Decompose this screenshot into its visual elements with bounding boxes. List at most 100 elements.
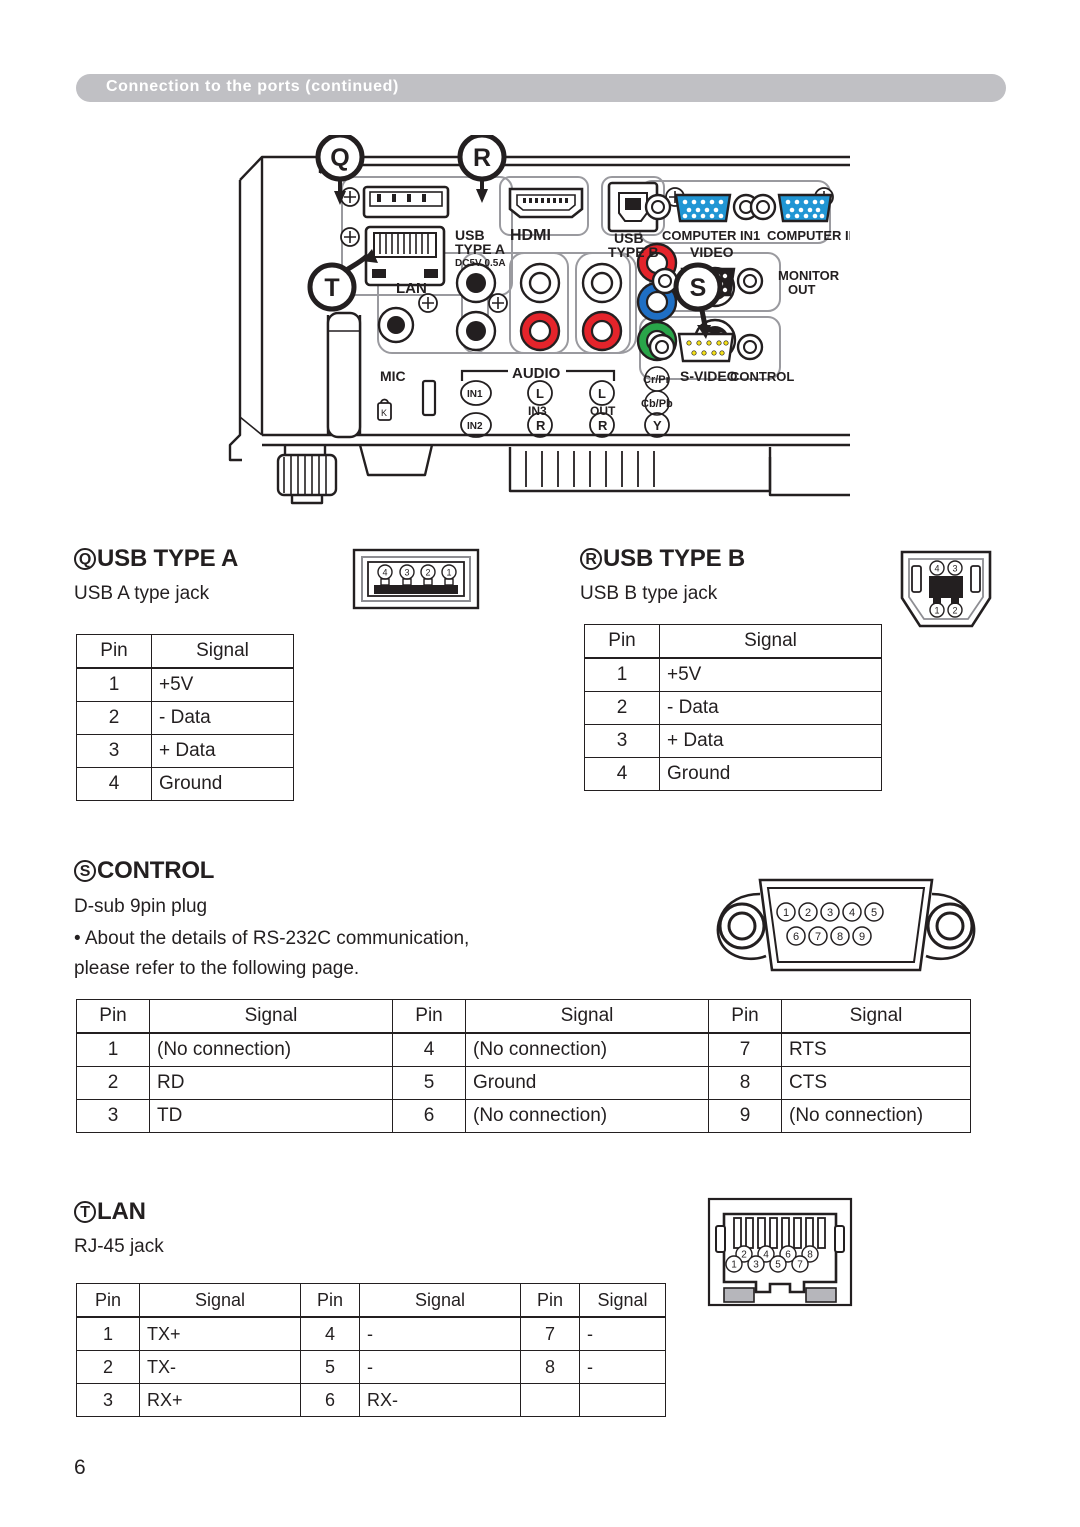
label-audio-l-in3: L (536, 386, 544, 401)
svg-text:Q: Q (330, 144, 349, 172)
col-header-signal: Signal (579, 1283, 666, 1318)
audio-jacks-icon (455, 262, 623, 352)
panel-slot-icon (421, 379, 437, 417)
cell-pin: 1 (76, 1032, 150, 1067)
label-mic: MIC (380, 368, 406, 384)
col-header-signal: Signal (359, 1283, 521, 1318)
cell-pin: 7 (708, 1032, 782, 1067)
usb-type-b-subtitle: USB B type jack (580, 583, 718, 604)
svg-text:T: T (324, 274, 339, 302)
control-pin-table: Pin Signal Pin Signal Pin Signal 1 (No c… (76, 999, 971, 1133)
cell-signal: RX+ (139, 1383, 301, 1417)
label-audio-in3: IN3 (528, 404, 547, 418)
cell-signal: (No connection) (149, 1032, 393, 1067)
svg-text:2: 2 (741, 1250, 747, 1261)
svg-text:2: 2 (425, 568, 430, 578)
cell-signal: TX- (139, 1350, 301, 1384)
col-header-signal: Signal (659, 624, 882, 659)
usb-type-a-jack-icon (362, 185, 450, 219)
control-dsub9-connector-diagram: 1 2 3 4 5 6 7 8 9 (706, 874, 986, 976)
col-header-signal: Signal (151, 634, 294, 669)
svg-text:7: 7 (797, 1260, 803, 1271)
table-header-row: Pin Signal Pin Signal Pin Signal (76, 1283, 666, 1318)
mic-jack-icon (377, 306, 415, 344)
svg-text:8: 8 (807, 1250, 813, 1261)
section-title-usb-type-b-text: USB TYPE B (603, 545, 746, 572)
lan-pin-table: Pin Signal Pin Signal Pin Signal 1 TX+ 4… (76, 1283, 666, 1417)
computer-in2-port-icon (749, 193, 833, 223)
usb-type-a-subtitle: USB A type jack (74, 583, 210, 604)
svg-text:3: 3 (827, 907, 833, 919)
cell-signal: TD (149, 1099, 393, 1133)
computer-in1-port-icon (644, 193, 760, 223)
usb-type-a-pin-table: Pin Signal 1 +5V 2 - Data 3 + Data 4 Gro… (76, 634, 294, 801)
svg-text:3: 3 (753, 1260, 759, 1271)
usb-type-b-connector-diagram: 4 3 1 2 (898, 548, 994, 630)
cell-signal: Ground (659, 757, 882, 791)
col-header-pin: Pin (76, 999, 150, 1034)
label-audio-r-out: R (598, 418, 608, 433)
hdmi-jack-icon (508, 187, 584, 219)
cell-pin: 4 (584, 757, 660, 791)
label-video: VIDEO (690, 244, 734, 260)
cell-pin: 3 (76, 1383, 140, 1417)
section-title-usb-type-a: Q USB TYPE A (74, 545, 238, 573)
table-row: 1 +5V (76, 667, 294, 702)
cell-pin: 4 (300, 1316, 360, 1351)
table-row: 2 TX- 5 - 8 - (76, 1350, 666, 1384)
svg-text:4: 4 (382, 568, 387, 578)
table-row: 1 +5V (584, 657, 882, 692)
svg-text:2: 2 (805, 907, 811, 919)
cell-signal: RD (149, 1066, 393, 1100)
label-component-cr-pr: Cr/Pr (643, 374, 671, 386)
svg-text:4: 4 (849, 907, 855, 919)
cell-signal: - Data (151, 701, 294, 735)
cell-pin: 1 (76, 667, 152, 702)
section-title-lan: T LAN (74, 1198, 146, 1226)
cell-signal: - (579, 1350, 666, 1384)
svg-text:3: 3 (952, 564, 957, 574)
cell-pin: 6 (392, 1099, 466, 1133)
col-header-signal: Signal (781, 999, 971, 1034)
cell-signal: - Data (659, 691, 882, 725)
cell-signal: + Data (659, 724, 882, 758)
table-row: 2 - Data (584, 691, 882, 725)
cell-pin: 5 (392, 1066, 466, 1100)
svg-text:3: 3 (404, 568, 409, 578)
cell-signal: (No connection) (781, 1099, 971, 1133)
svg-text:2: 2 (952, 606, 957, 616)
cell-pin: 2 (76, 701, 152, 735)
section-marker-q: Q (74, 548, 96, 570)
table-row: 4 Ground (76, 767, 294, 801)
svg-text:1: 1 (934, 606, 939, 616)
svg-text:6: 6 (785, 1250, 791, 1261)
label-audio-l-out: L (598, 386, 606, 401)
section-title-control: S CONTROL (74, 857, 214, 885)
section-marker-r: R (580, 548, 602, 570)
svg-text:1: 1 (731, 1260, 737, 1271)
svg-text:7: 7 (815, 931, 821, 943)
svg-text:5: 5 (871, 907, 877, 919)
label-component-y: Y (653, 418, 662, 433)
cell-pin: 8 (520, 1350, 580, 1384)
label-usb-type-b-2: TYPE B (608, 244, 659, 260)
page-number: 6 (74, 1456, 86, 1479)
table-row: 1 (No connection) 4 (No connection) 7 RT… (76, 1032, 971, 1067)
label-audio-out: OUT (590, 404, 616, 418)
table-row: 2 RD 5 Ground 8 CTS (76, 1066, 971, 1100)
cell-signal: (No connection) (465, 1032, 709, 1067)
label-audio-r-in3: R (536, 418, 546, 433)
label-lan: LAN (396, 280, 427, 297)
svg-text:4: 4 (934, 564, 939, 574)
svg-text:5: 5 (775, 1260, 781, 1271)
table-row: 4 Ground (584, 757, 882, 791)
svg-text:8: 8 (837, 931, 843, 943)
section-title-control-text: CONTROL (97, 857, 215, 884)
cell-pin: 1 (584, 657, 660, 692)
section-title-usb-type-a-text: USB TYPE A (97, 545, 239, 572)
usb-type-a-connector-diagram: 4 3 2 1 (352, 548, 480, 610)
cell-signal: - (359, 1350, 521, 1384)
section-title-usb-type-b: R USB TYPE B (580, 545, 745, 573)
section-title-lan-text: LAN (97, 1198, 146, 1225)
control-subtitle: D-sub 9pin plug (74, 896, 208, 917)
